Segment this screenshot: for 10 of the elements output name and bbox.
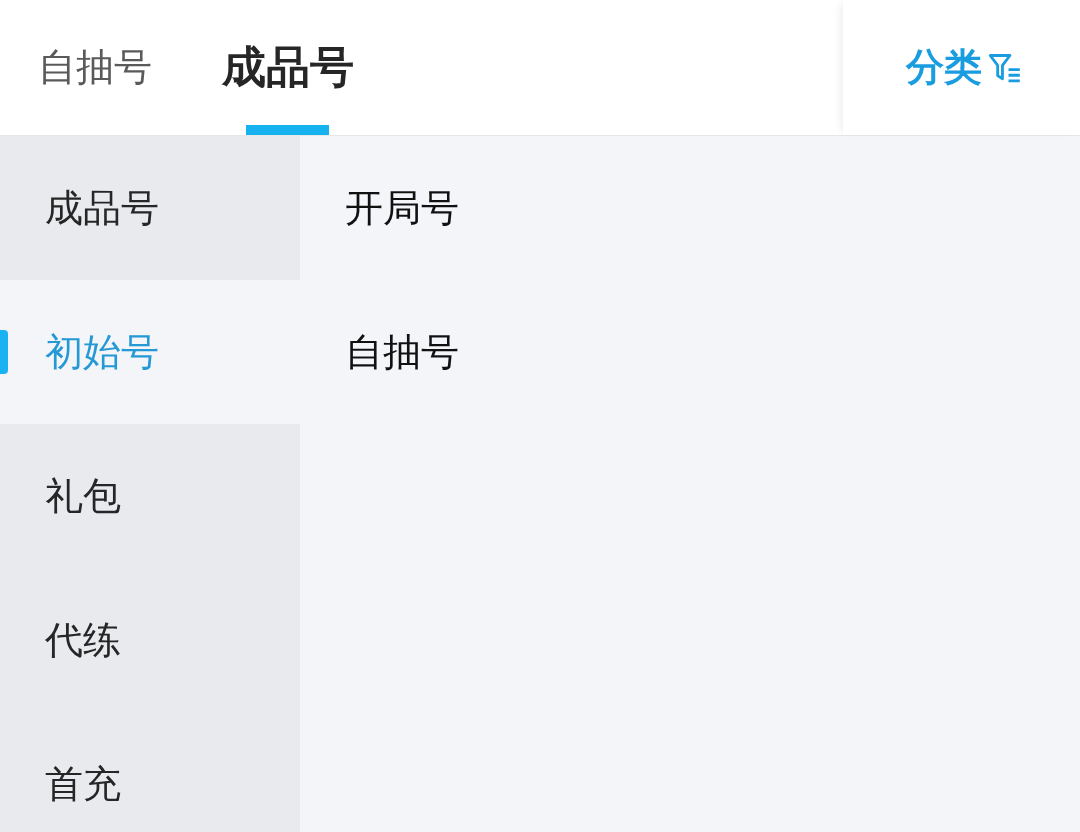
sidebar-item[interactable]: 首充 bbox=[0, 712, 300, 832]
filter-icon bbox=[987, 52, 1022, 83]
sidebar-item[interactable]: 成品号 bbox=[0, 136, 300, 280]
selection-marker-icon bbox=[0, 330, 8, 374]
category-tab[interactable]: 成品号 bbox=[222, 0, 354, 135]
category-tab[interactable]: 自抽号 bbox=[38, 0, 152, 135]
sidebar-item[interactable]: 礼包 bbox=[0, 424, 300, 568]
subcategory-item[interactable]: 自抽号 bbox=[300, 280, 459, 424]
subcategory-item[interactable]: 开局号 bbox=[300, 136, 459, 280]
sidebar-item[interactable]: 代练 bbox=[0, 568, 300, 712]
